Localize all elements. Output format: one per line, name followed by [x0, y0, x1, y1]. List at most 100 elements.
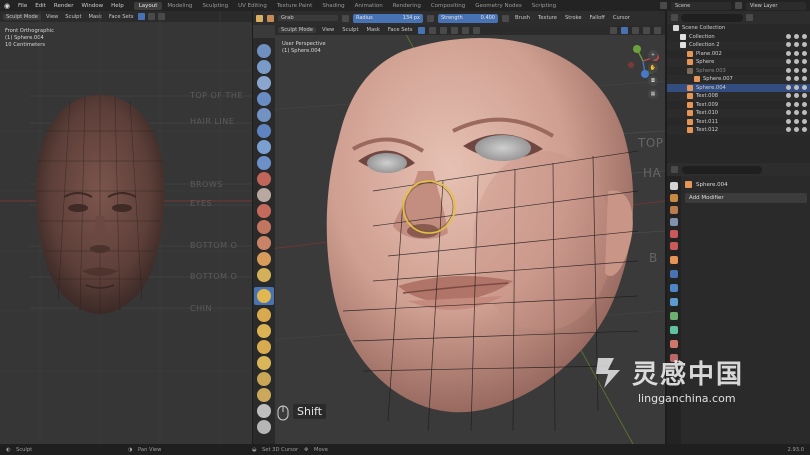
tab-geometry-nodes[interactable]: Geometry Nodes — [470, 2, 526, 10]
tab-uv-editing[interactable]: UV Editing — [233, 2, 272, 10]
draw-brush-icon[interactable] — [257, 44, 271, 58]
outliner-row[interactable]: Text.009 — [667, 101, 810, 110]
shading-material-icon[interactable] — [643, 26, 650, 34]
remesh-icon[interactable] — [473, 26, 481, 34]
clay-strips-brush-icon[interactable] — [257, 92, 271, 106]
tab-compositing[interactable]: Compositing — [426, 2, 470, 10]
restrict-select-icon[interactable] — [786, 59, 791, 64]
output-tab-icon[interactable] — [670, 206, 678, 214]
restrict-select-icon[interactable] — [786, 42, 791, 47]
camera-render-icon[interactable] — [802, 42, 807, 47]
camera-icon[interactable]: ◘ — [648, 76, 658, 86]
properties-search-input[interactable] — [682, 165, 762, 174]
tab-shading[interactable]: Shading — [317, 2, 349, 10]
main-menu-mask[interactable]: Mask — [365, 27, 382, 33]
scene-selector[interactable]: Scene — [671, 1, 731, 10]
overlay-icon[interactable] — [610, 26, 617, 34]
eye-icon[interactable] — [794, 67, 799, 73]
camera-render-icon[interactable] — [802, 84, 807, 90]
scene-tab-icon[interactable] — [670, 230, 678, 238]
nudge-brush-icon[interactable] — [257, 372, 271, 386]
tab-sculpting[interactable]: Sculpting — [197, 2, 233, 10]
elastic-deform-brush-icon[interactable] — [257, 308, 271, 322]
outliner-row[interactable]: Sphere.003 — [667, 67, 810, 76]
camera-render-icon[interactable] — [802, 118, 807, 124]
material-tab-icon[interactable] — [670, 340, 678, 348]
xray-icon[interactable] — [621, 26, 628, 34]
cursor-menu[interactable]: Cursor — [611, 15, 632, 21]
menu-window[interactable]: Window — [77, 3, 107, 9]
tab-scripting[interactable]: Scripting — [527, 2, 561, 10]
main-menu-view[interactable]: View — [320, 27, 336, 33]
thumb-brush-icon[interactable] — [257, 340, 271, 354]
main-symmetry-y-icon[interactable] — [429, 26, 437, 34]
object-tab-icon[interactable] — [670, 256, 678, 264]
outliner-row[interactable]: Text.012 — [667, 126, 810, 135]
particles-tab-icon[interactable] — [670, 284, 678, 292]
main-symmetry-x-icon[interactable] — [418, 26, 426, 34]
restrict-select-icon[interactable] — [786, 84, 791, 90]
draw-sharp-brush-icon[interactable] — [257, 60, 271, 74]
smooth-brush-icon[interactable] — [257, 188, 271, 202]
main-symmetry-z-icon[interactable] — [440, 26, 448, 34]
strength-slider[interactable]: Strength 0.400 — [438, 13, 498, 23]
grid-ortho-icon[interactable]: ▦ — [648, 89, 658, 99]
radius-slider[interactable]: Radius 134 px — [353, 13, 423, 23]
add-modifier-button[interactable]: Add Modifier — [685, 193, 807, 203]
outliner-row[interactable]: Plane.002 — [667, 50, 810, 59]
falloff-menu[interactable]: Falloff — [588, 15, 607, 21]
outliner-row[interactable]: Text.011 — [667, 118, 810, 127]
modifier-tab-icon[interactable] — [670, 270, 678, 278]
blob-brush-icon[interactable] — [257, 156, 271, 170]
eye-icon[interactable] — [794, 101, 799, 107]
outliner-row[interactable]: Collection 2 — [667, 41, 810, 50]
outliner-search-input[interactable] — [681, 13, 743, 22]
menu-render[interactable]: Render — [50, 3, 78, 9]
menu-file[interactable]: File — [14, 3, 31, 9]
scrape-brush-icon[interactable] — [257, 236, 271, 250]
main-mode-dropdown[interactable]: Sculpt Mode — [278, 27, 316, 33]
left-viewport[interactable]: Sculpt Mode View Sculpt Mask Face Sets F… — [0, 11, 252, 444]
pan-hand-icon[interactable]: ✋ — [648, 63, 658, 73]
outliner-row-scene-collection[interactable]: Scene Collection — [667, 24, 810, 33]
menu-edit[interactable]: Edit — [31, 3, 50, 9]
inflate-brush-icon[interactable] — [257, 140, 271, 154]
eye-icon[interactable] — [794, 127, 799, 132]
rotate-brush-icon[interactable] — [257, 388, 271, 402]
eye-icon[interactable] — [794, 50, 799, 56]
restrict-select-icon[interactable] — [786, 33, 791, 39]
pose-brush-icon[interactable] — [257, 356, 271, 370]
restrict-select-icon[interactable] — [786, 110, 791, 115]
camera-render-icon[interactable] — [802, 127, 807, 132]
pinch-brush-icon[interactable] — [257, 268, 271, 282]
eye-icon[interactable] — [794, 93, 799, 98]
outliner-row[interactable]: Text.008 — [667, 92, 810, 101]
tab-rendering[interactable]: Rendering — [388, 2, 426, 10]
eye-icon[interactable] — [794, 110, 799, 115]
camera-render-icon[interactable] — [802, 101, 807, 107]
tab-modeling[interactable]: Modeling — [162, 2, 197, 10]
flatten-brush-icon[interactable] — [257, 204, 271, 218]
eye-icon[interactable] — [794, 118, 799, 124]
restrict-select-icon[interactable] — [786, 76, 791, 81]
brush-settings-icon[interactable] — [342, 14, 349, 22]
boundary-brush-icon[interactable] — [257, 420, 271, 434]
eye-icon[interactable] — [794, 42, 799, 47]
outliner-display-mode-icon[interactable] — [671, 14, 678, 21]
filter-icon[interactable] — [746, 14, 753, 21]
radius-pressure-icon[interactable] — [427, 14, 434, 22]
texture-menu[interactable]: Texture — [536, 15, 559, 21]
eye-icon[interactable] — [794, 84, 799, 90]
camera-render-icon[interactable] — [802, 110, 807, 115]
tab-texture-paint[interactable]: Texture Paint — [272, 2, 318, 10]
multiplane-scrape-brush-icon[interactable] — [257, 252, 271, 266]
camera-render-icon[interactable] — [802, 93, 807, 98]
brush-icon[interactable] — [267, 14, 274, 22]
layer-brush-icon[interactable] — [257, 124, 271, 138]
camera-render-icon[interactable] — [802, 67, 807, 73]
clay-brush-icon[interactable] — [257, 76, 271, 90]
menu-help[interactable]: Help — [107, 3, 128, 9]
render-tab-icon[interactable] — [670, 194, 678, 202]
blender-logo-icon[interactable]: ◉ — [0, 2, 14, 10]
restrict-select-icon[interactable] — [786, 50, 791, 56]
